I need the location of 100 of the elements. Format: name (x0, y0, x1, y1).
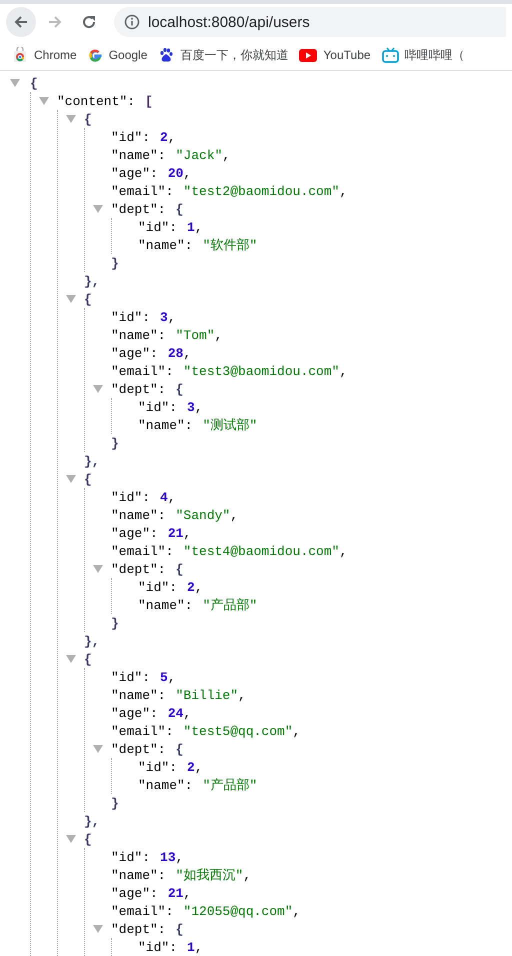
collapse-toggle-icon[interactable] (93, 565, 103, 573)
json-value: "test4@baomidou.com" (183, 544, 340, 558)
json-key: "dept": (111, 382, 166, 396)
json-key: "id": (138, 760, 178, 774)
comma: , (292, 724, 300, 738)
google-g-icon (88, 48, 103, 62)
json-key: "name": (111, 508, 166, 522)
collapse-toggle-icon[interactable] (66, 295, 76, 303)
json-key: "name": (111, 868, 166, 882)
bookmark-link[interactable]: Google (88, 48, 148, 62)
collapse-toggle-icon[interactable] (93, 925, 103, 933)
json-value: 2 (160, 130, 168, 144)
json-key: "id": (138, 940, 178, 954)
json-key: "id": (111, 490, 150, 504)
json-key: "id": (138, 400, 178, 414)
info-icon (124, 14, 140, 30)
collapse-toggle-icon[interactable] (93, 205, 103, 213)
comma: , (339, 544, 348, 558)
json-value: "test3@baomidou.com" (183, 364, 340, 378)
bookmark-link[interactable]: 哔哩哔哩（ (382, 46, 465, 64)
collapse-toggle-icon[interactable] (93, 745, 103, 753)
comma: , (168, 670, 176, 684)
json-value: 20 (168, 166, 184, 180)
collapse-toggle-icon[interactable] (66, 835, 76, 843)
json-key: "id": (138, 220, 178, 234)
comma: , (339, 364, 348, 378)
json-value: "test5@qq.com" (183, 724, 293, 738)
comma: , (194, 580, 203, 594)
collapse-toggle-icon[interactable] (66, 655, 76, 663)
json-value: "test2@baomidou.com" (183, 184, 340, 198)
json-key: "email": (111, 544, 174, 558)
json-value: 21 (168, 886, 184, 900)
comma: , (168, 130, 176, 144)
collapse-toggle-icon[interactable] (10, 79, 20, 87)
json-key: "age": (111, 706, 158, 720)
json-value: 1 (187, 940, 195, 954)
json-key: "name": (138, 778, 193, 792)
open-bracket: { (84, 832, 92, 846)
json-value: 2 (187, 580, 195, 594)
collapse-toggle-icon[interactable] (66, 115, 76, 123)
address-bar[interactable]: localhost:8080/api/users (114, 7, 506, 37)
json-value: 3 (187, 400, 195, 414)
paw-icon (158, 47, 174, 63)
json-key: "dept": (111, 922, 166, 936)
comma: , (230, 508, 238, 522)
comma: , (292, 904, 300, 918)
close-bracket: }, (84, 634, 100, 648)
comma: , (168, 490, 176, 504)
open-bracket: { (84, 472, 92, 486)
close-bracket: }, (84, 814, 100, 828)
open-bracket: { (176, 382, 184, 396)
collapse-toggle-icon[interactable] (39, 97, 49, 105)
close-bracket: } (111, 256, 119, 270)
json-key: "id": (111, 310, 150, 324)
json-value: "Sandy" (176, 508, 230, 522)
json-key: "dept": (111, 742, 166, 756)
json-key: "name": (138, 418, 193, 432)
json-key: "age": (111, 886, 158, 900)
json-value: 24 (168, 706, 184, 720)
json-key: "name": (138, 598, 193, 612)
json-value: "测试部" (202, 417, 258, 434)
json-value: "软件部" (202, 237, 258, 254)
open-bracket: [ (145, 94, 153, 108)
collapse-toggle-icon[interactable] (93, 385, 103, 393)
json-value: "Billie" (176, 688, 238, 702)
json-value: 4 (160, 490, 168, 504)
comma: , (339, 184, 348, 198)
open-bracket: { (176, 922, 184, 936)
json-key: "content": (57, 94, 136, 108)
json-value: "12055@qq.com" (183, 904, 293, 918)
json-key: "id": (111, 670, 150, 684)
comma: , (183, 166, 192, 180)
bookmark-link[interactable]: Chrome (12, 47, 77, 63)
comma: , (214, 328, 222, 342)
comma: , (183, 346, 192, 360)
comma: , (194, 940, 203, 954)
url-text: localhost:8080/api/users (148, 14, 310, 30)
close-bracket: } (111, 436, 119, 450)
json-key: "id": (111, 850, 150, 864)
forward-arrow-icon (47, 14, 63, 30)
open-bracket: { (84, 112, 92, 126)
bookmark-link[interactable]: YouTube (299, 48, 371, 62)
open-bracket: { (30, 76, 38, 90)
comma: , (194, 400, 203, 414)
bookmark-link[interactable]: 百度一下，你就知道 (158, 46, 288, 64)
json-key: "email": (111, 364, 174, 378)
json-key: "id": (111, 130, 150, 144)
json-key: "email": (111, 184, 174, 198)
reload-icon (81, 14, 97, 30)
webstore-icon (12, 47, 28, 63)
collapse-toggle-icon[interactable] (66, 475, 76, 483)
json-key: "name": (111, 148, 166, 162)
json-value: 2 (187, 760, 195, 774)
comma: , (194, 220, 203, 234)
open-bracket: { (84, 652, 92, 666)
json-value: "如我西沉" (176, 867, 244, 884)
json-key: "id": (138, 580, 178, 594)
json-key: "age": (111, 166, 158, 180)
back-button[interactable] (6, 7, 36, 37)
json-key: "email": (111, 904, 174, 918)
